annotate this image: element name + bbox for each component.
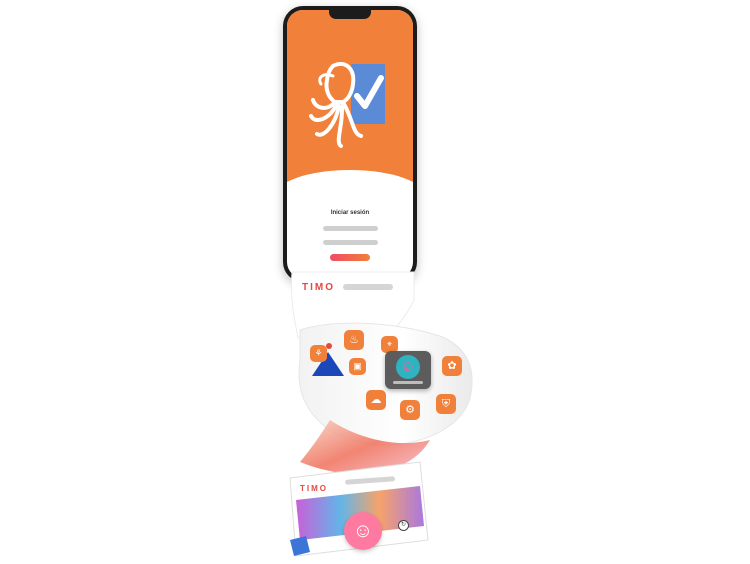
flowers-icon[interactable]: ✿ xyxy=(442,356,462,376)
octopus-avatar: ☺ xyxy=(396,355,420,379)
search-bar-top[interactable] xyxy=(343,284,393,290)
phone-notch xyxy=(329,10,371,19)
octopus-mascot-avatar[interactable]: ☺ xyxy=(344,512,382,550)
camera-icon[interactable]: ▣ xyxy=(349,358,366,375)
timo-logo-top: TIMO xyxy=(302,282,335,293)
thermometer-icon[interactable]: ♨ xyxy=(344,330,364,350)
cloud-icon[interactable]: ☁ xyxy=(366,390,386,410)
refresh-icon[interactable]: ↻ xyxy=(398,520,409,531)
settings-icon[interactable]: ⚙ xyxy=(400,400,420,420)
timo-logo-bottom: TIMO xyxy=(300,484,328,493)
shield-icon[interactable]: ⛨ xyxy=(436,394,456,414)
plant-icon[interactable]: ⚘ xyxy=(310,345,327,362)
profile-card[interactable]: ☺ xyxy=(385,351,431,389)
profile-name xyxy=(393,381,423,384)
